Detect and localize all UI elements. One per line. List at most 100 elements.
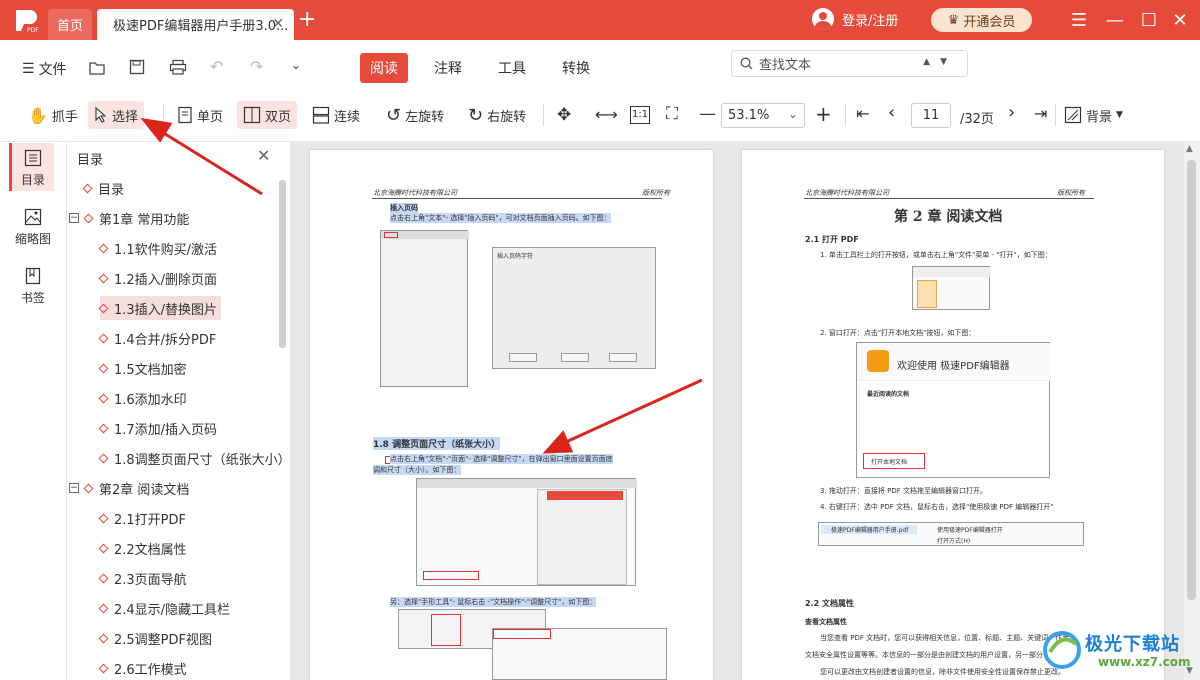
redo-icon[interactable]: ↷ <box>250 57 263 76</box>
outline-item-label: 1.6添加水印 <box>114 392 187 408</box>
menu-icon[interactable]: ☰ <box>1069 9 1089 31</box>
outline-item[interactable]: 2.6工作模式 <box>98 656 187 680</box>
zoom-in-icon[interactable]: + <box>815 102 832 126</box>
select-tool-button[interactable]: 选择 <box>88 101 145 129</box>
zoom-select[interactable]: 53.1% ⌄ <box>721 103 805 128</box>
fullscreen-icon[interactable]: ⛶ <box>666 104 678 124</box>
search-placeholder: 查找文本 <box>759 58 812 73</box>
screenshot-document-menu <box>416 478 637 586</box>
section-2-2-subheading: 查看文档属性 <box>805 618 847 626</box>
outline-item-label: 2.2文档属性 <box>114 542 187 558</box>
diamond-icon <box>98 633 109 643</box>
new-tab-icon[interactable]: + <box>298 9 316 31</box>
actual-size-icon[interactable]: 1:1 <box>630 106 650 124</box>
tab-annotate[interactable]: 注释 <box>424 53 472 83</box>
diamond-icon <box>98 363 109 373</box>
more-chevron-icon[interactable]: ⌄ <box>291 58 301 72</box>
outline-item[interactable]: 2.3页面导航 <box>98 566 187 590</box>
close-window-icon[interactable]: ✕ <box>1170 9 1190 31</box>
section-2-2-para-2: 文档安全属性设置等等。本信息的一部分是由创建文档的用户设置，另一部分 <box>805 651 1043 659</box>
viewer-scrollbar-thumb[interactable] <box>1187 160 1196 600</box>
page-header-right: 版权所有 <box>1057 189 1085 197</box>
outline-item[interactable]: 1.5文档加密 <box>98 356 187 380</box>
outline-item[interactable]: 2.2文档属性 <box>98 536 187 560</box>
tab-document[interactable]: 极速PDF编辑器用户手册3.0... ✕ <box>97 9 294 40</box>
tab-convert[interactable]: 转换 <box>552 53 600 83</box>
background-button[interactable]: 背景 ▼ <box>1058 101 1129 129</box>
diamond-icon <box>98 603 109 613</box>
fit-page-icon[interactable]: ✥ <box>557 105 571 125</box>
search-input[interactable]: 查找文本 ▲▼ <box>731 50 968 77</box>
section-2-1-step-4: 4. 右键打开：选中 PDF 文档，鼠标右击，选择"使用极速 PDF 编辑器打开… <box>820 503 1054 511</box>
save-icon[interactable] <box>129 59 145 75</box>
file-menu-button[interactable]: ☰ 文件 <box>22 59 67 79</box>
header-rule <box>804 198 1094 199</box>
outline-item[interactable]: 1.8调整页面尺寸（纸张大小） <box>98 446 291 470</box>
continuous-icon <box>312 106 330 124</box>
outline-item[interactable]: 2.4显示/隐藏工具栏 <box>98 596 231 620</box>
outline-item-label: 1.5文档加密 <box>114 362 187 378</box>
outline-item[interactable]: 1.4合并/拆分PDF <box>98 326 216 350</box>
rail-bookmarks[interactable]: 书签 <box>9 267 57 306</box>
outline-item[interactable]: 2.5调整PDF视图 <box>98 626 213 650</box>
page-header-left: 北京海腾时代科技有限公司 <box>805 189 889 197</box>
outline-item[interactable]: 1.2插入/删除页面 <box>98 266 217 290</box>
context-file-name: 极速PDF编辑器用户手册.pdf <box>831 527 909 534</box>
outline-item-label: 2.3页面导航 <box>114 572 187 588</box>
close-tab-icon[interactable]: ✕ <box>272 16 284 32</box>
outline-item[interactable]: 1.6添加水印 <box>98 386 187 410</box>
rotate-left-button[interactable]: ↺ 左旋转 <box>380 101 450 129</box>
close-icon[interactable]: ✕ <box>257 146 270 165</box>
single-page-label: 单页 <box>197 109 224 125</box>
outline-item-label: 2.5调整PDF视图 <box>114 632 213 648</box>
prev-page-icon[interactable]: ‹ <box>888 102 895 123</box>
continuous-button[interactable]: 连续 <box>306 101 366 129</box>
search-nav-arrows-icon[interactable]: ▲▼ <box>923 57 957 67</box>
last-page-icon[interactable]: ⇥ <box>1034 104 1047 123</box>
print-icon[interactable] <box>169 59 187 75</box>
outline-item[interactable]: 1.1软件购买/激活 <box>98 236 217 260</box>
rotate-right-button[interactable]: ↻ 右旋转 <box>462 101 532 129</box>
outline-item-active[interactable]: 1.3插入/替换图片 <box>98 296 222 320</box>
outline-item-label: 2.4显示/隐藏工具栏 <box>114 602 231 618</box>
maximize-icon[interactable]: ☐ <box>1139 9 1159 31</box>
diamond-icon <box>98 243 109 253</box>
page-header-left: 北京海腾时代科技有限公司 <box>373 189 457 197</box>
zoom-out-icon[interactable]: — <box>699 104 716 124</box>
outline-item[interactable]: − 第2章 阅读文档 <box>69 476 189 500</box>
page-number-input[interactable]: 11 <box>911 103 951 128</box>
next-page-icon[interactable]: › <box>1008 102 1015 123</box>
vip-button[interactable]: ♛ 开通会员 <box>931 8 1032 32</box>
pdf-page-right: 北京海腾时代科技有限公司 版权所有 第 2 章 阅读文档 2.1 打开 PDF … <box>742 150 1164 680</box>
hand-icon: ✋ <box>28 105 48 125</box>
outline-item[interactable]: 1.7添加/插入页码 <box>98 416 217 440</box>
diamond-icon <box>98 543 109 553</box>
single-page-button[interactable]: 单页 <box>171 101 229 129</box>
collapse-icon[interactable]: − <box>69 213 79 223</box>
scroll-up-icon[interactable]: ▲ <box>1186 144 1193 154</box>
fit-width-icon[interactable]: ⟷ <box>595 105 618 124</box>
section-2-1-heading: 2.1 打开 PDF <box>805 235 859 244</box>
outline-item[interactable]: 目录 <box>82 176 124 200</box>
tab-home[interactable]: 首页 <box>48 9 92 40</box>
outline-item[interactable]: 2.1打开PDF <box>98 506 186 530</box>
login-button[interactable]: 登录/注册 <box>812 8 898 30</box>
first-page-icon[interactable]: ⇤ <box>856 104 869 123</box>
rail-toc[interactable]: 目录 <box>9 143 54 191</box>
outline-scrollbar[interactable] <box>279 180 286 348</box>
tab-read[interactable]: 阅读 <box>360 53 408 83</box>
open-folder-icon[interactable] <box>89 60 105 75</box>
pdf-page-left: 北京海腾时代科技有限公司 版权所有 插入页码 点击右上角"文本"- 选择"插入页… <box>310 150 713 680</box>
caret-down-icon: ▼ <box>1116 110 1123 120</box>
rail-thumbnails[interactable]: 缩略图 <box>9 208 57 247</box>
hand-tool-button[interactable]: ✋ 抓手 <box>22 101 84 129</box>
tab-tools[interactable]: 工具 <box>488 53 536 83</box>
double-page-icon <box>243 106 261 124</box>
undo-icon[interactable]: ↶ <box>210 57 223 76</box>
minimize-icon[interactable]: — <box>1105 9 1125 31</box>
double-page-button[interactable]: 双页 <box>237 101 298 129</box>
collapse-icon[interactable]: − <box>69 483 79 493</box>
outline-item[interactable]: − 第1章 常用功能 <box>69 206 189 230</box>
outline-title: 目录 <box>77 153 104 168</box>
zoom-value: 53.1% <box>728 108 770 123</box>
